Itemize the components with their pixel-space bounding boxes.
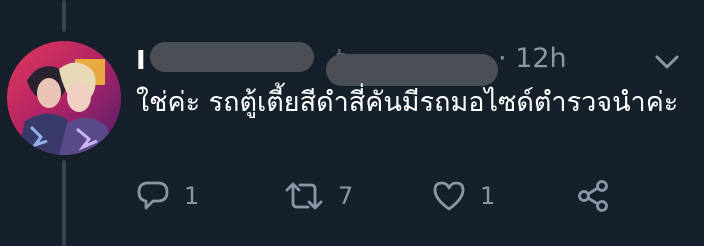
retweet-count: 7 [338, 182, 354, 210]
tweet-header: I t · 12h [136, 42, 676, 86]
tweet[interactable]: I t · 12h ใช่ค่ะ รถตู้เตี้ยสีดำสี่คันมีร… [0, 0, 704, 246]
tweet-text: ใช่ค่ะ รถตู้เตี้ยสีดำสี่คันมีรถมอไซด์ตำร… [136, 87, 679, 118]
retweet-icon [284, 179, 324, 213]
reply-icon [136, 179, 170, 213]
share-icon [576, 179, 610, 213]
timestamp[interactable]: 12h [515, 43, 566, 74]
reply-button[interactable]: 1 [136, 176, 199, 216]
chevron-down-icon[interactable] [654, 52, 680, 72]
time-separator: · [498, 43, 507, 74]
thread-line-bottom [62, 160, 66, 246]
redacted-handle-block [326, 54, 498, 86]
thread-line-top [62, 0, 66, 32]
retweet-button[interactable]: 7 [284, 176, 353, 216]
like-count: 1 [480, 182, 496, 210]
display-name[interactable]: I [136, 46, 146, 76]
avatar[interactable] [7, 41, 121, 155]
share-button[interactable] [576, 176, 610, 216]
heart-icon [432, 180, 466, 212]
redacted-name-block [150, 42, 314, 72]
tweet-actions: 1 7 1 [136, 176, 676, 216]
reply-count: 1 [184, 182, 200, 210]
tweet-meta: · 12h [498, 43, 567, 74]
like-button[interactable]: 1 [432, 176, 495, 216]
